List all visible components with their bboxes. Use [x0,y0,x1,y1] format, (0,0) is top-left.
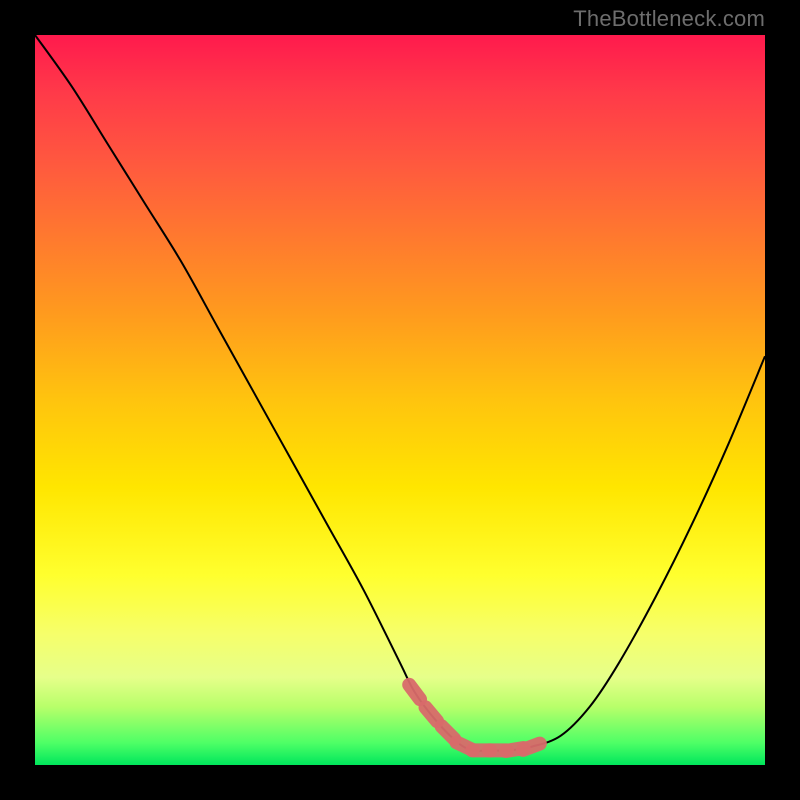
bottleneck-curve-line [35,35,765,751]
chart-frame: TheBottleneck.com [0,0,800,800]
highlight-dash [409,685,420,699]
curve-svg [35,35,765,765]
highlight-dash [523,744,540,750]
watermark-text: TheBottleneck.com [573,6,765,32]
highlight-dash [426,707,438,721]
highlight-markers [409,685,540,751]
plot-area [35,35,765,765]
